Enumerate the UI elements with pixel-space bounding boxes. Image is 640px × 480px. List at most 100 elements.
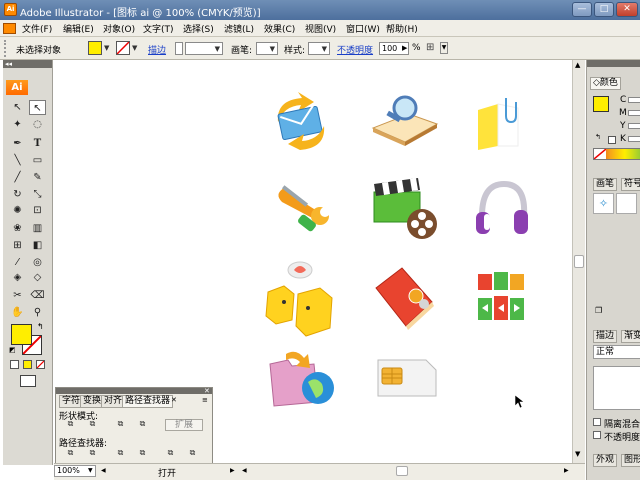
artboard-nav-icon[interactable]: ◀ — [101, 467, 106, 474]
swap-fill-stroke-icon[interactable]: ↰ — [37, 322, 44, 331]
blend-mode-dropdown[interactable]: 正常 — [593, 345, 640, 359]
control-menu-icon[interactable]: ▼ — [440, 42, 448, 54]
headphones-icon[interactable] — [474, 178, 530, 240]
rectangle-tool-icon[interactable]: ▭ — [29, 153, 46, 168]
selection-tool-icon[interactable]: ↖ — [9, 100, 26, 115]
opacity-arrow-icon[interactable]: ▶ — [402, 44, 407, 52]
fill-swatch[interactable] — [88, 41, 102, 55]
color-panel-stroke[interactable] — [608, 136, 616, 144]
scroll-up-icon[interactable]: ▲ — [575, 61, 580, 69]
exclude-shape-icon[interactable]: ⧉ — [136, 419, 149, 430]
color-spectrum-bar[interactable] — [593, 148, 640, 160]
document-setup-icon[interactable]: ⊞ — [426, 42, 438, 54]
blend-tool-icon[interactable]: ◎ — [29, 255, 46, 270]
zoom-dropdown-icon[interactable]: ▼ — [88, 467, 93, 474]
opacity-link[interactable]: 不透明度 — [337, 43, 373, 56]
channel-m-slider[interactable] — [628, 110, 640, 116]
menu-edit[interactable]: 编辑(E) — [63, 22, 94, 35]
note-paperclip-icon[interactable] — [474, 96, 522, 152]
lasso-tool-icon[interactable]: ◌ — [29, 117, 46, 132]
menu-help[interactable]: 帮助(H) — [386, 22, 418, 35]
menu-view[interactable]: 视图(V) — [305, 22, 336, 35]
expand-button[interactable]: 扩展 — [165, 419, 203, 431]
pathfinder-menu-icon[interactable]: ≡ — [202, 396, 208, 404]
envelope-icon[interactable] — [268, 92, 334, 152]
merge-icon[interactable]: ⧉ — [114, 448, 127, 459]
tab-brushes[interactable]: 画笔 — [593, 178, 618, 191]
divide-icon[interactable]: ⧉ — [64, 448, 77, 459]
crop-icon[interactable]: ⧉ — [136, 448, 149, 459]
scroll-right-icon[interactable]: ▶ — [564, 467, 569, 474]
chat-boxes-icon[interactable] — [264, 258, 340, 340]
none-mode-icon[interactable] — [36, 360, 45, 369]
tab-gradient[interactable]: 渐变 — [621, 330, 640, 343]
tab-stroke[interactable]: 描边 — [593, 330, 618, 343]
isolate-blend-checkbox[interactable] — [593, 418, 601, 426]
channel-y-slider[interactable] — [628, 123, 640, 129]
minimize-button[interactable]: — — [572, 2, 592, 17]
symbol-sprayer-tool-icon[interactable]: ❀ — [9, 221, 26, 236]
intersect-shape-icon[interactable]: ⧉ — [114, 419, 127, 430]
pen-tool-icon[interactable]: ✒ — [9, 136, 26, 151]
maximize-button[interactable]: □ — [594, 2, 614, 17]
book-magnifier-icon[interactable] — [369, 94, 441, 146]
document-icon[interactable] — [3, 23, 16, 34]
arrow-blocks-icon[interactable] — [474, 270, 530, 330]
hand-tool-icon[interactable]: ✋ — [9, 305, 26, 320]
direct-selection-tool-icon[interactable]: ↖ — [29, 100, 46, 115]
paintbrush-tool-icon[interactable]: ╱ — [9, 170, 26, 185]
menu-filter[interactable]: 滤镜(L) — [224, 22, 254, 35]
menu-object[interactable]: 对象(O) — [103, 22, 135, 35]
color-mode-icon[interactable] — [10, 360, 19, 369]
graph-tool-icon[interactable]: ▥ — [29, 221, 46, 236]
stroke-weight-stepper[interactable] — [175, 42, 183, 55]
slice-tool-icon[interactable]: ✂ — [9, 288, 26, 303]
tab-appearance[interactable]: 外观 — [593, 454, 618, 467]
menu-type[interactable]: 文字(T) — [143, 22, 174, 35]
style-dropdown[interactable]: ▼ — [308, 42, 330, 55]
trim-icon[interactable]: ⧉ — [86, 448, 99, 459]
outline-icon[interactable]: ⧉ — [164, 448, 177, 459]
clapperboard-film-icon[interactable] — [372, 178, 442, 240]
stroke-swatch[interactable] — [116, 41, 130, 55]
menu-window[interactable]: 窗口(W) — [346, 22, 380, 35]
brush-swatch-icon[interactable]: ✧ — [593, 193, 614, 214]
close-button[interactable]: ✕ — [616, 2, 638, 17]
pathfinder-close-icon[interactable]: ✕ — [204, 387, 210, 395]
color-panel-fill[interactable] — [593, 96, 609, 112]
add-shape-icon[interactable]: ⧉ — [64, 419, 77, 430]
live-paint-bucket-tool-icon[interactable]: ◈ — [9, 270, 26, 285]
scroll-left-icon[interactable]: ◀ — [242, 467, 247, 474]
menu-effect[interactable]: 效果(C) — [264, 22, 295, 35]
subtract-shape-icon[interactable]: ⧉ — [86, 419, 99, 430]
menu-select[interactable]: 选择(S) — [183, 22, 214, 35]
scroll-down-icon[interactable]: ▼ — [575, 450, 580, 458]
knockout-checkbox[interactable] — [593, 431, 601, 439]
line-tool-icon[interactable]: ╲ — [9, 153, 26, 168]
color-panel-header[interactable] — [587, 60, 640, 67]
pathfinder-panel-header[interactable] — [56, 388, 212, 394]
pathfinder-tab-close-icon[interactable]: ✕ — [171, 396, 177, 404]
mesh-tool-icon[interactable]: ⊞ — [9, 238, 26, 253]
stroke-dropdown-arrow[interactable]: ▼ — [132, 44, 137, 52]
fill-dropdown-arrow[interactable]: ▼ — [104, 44, 109, 52]
tab-color[interactable]: ◇颜色 — [590, 77, 621, 90]
eyedropper-tool-icon[interactable]: ⁄ — [9, 255, 26, 270]
live-paint-selection-tool-icon[interactable]: ◇ — [29, 270, 46, 285]
tab-graphic-styles[interactable]: 图形 — [621, 454, 640, 467]
eraser-tool-icon[interactable]: ⌫ — [29, 288, 46, 303]
status-next-icon[interactable]: ▶ — [230, 467, 235, 474]
channel-c-slider[interactable] — [628, 97, 640, 103]
sim-card-icon[interactable] — [374, 356, 440, 400]
pencil-tool-icon[interactable]: ✎ — [29, 170, 46, 185]
free-transform-tool-icon[interactable]: ⊡ — [29, 203, 46, 218]
zoom-tool-icon[interactable]: ⚲ — [29, 305, 46, 320]
type-tool-icon[interactable]: T — [29, 136, 46, 151]
tab-symbols[interactable]: 符号 — [621, 178, 640, 191]
stroke-link[interactable]: 描边 — [148, 43, 166, 56]
folder-globe-icon[interactable] — [266, 350, 338, 410]
gradient-tool-icon[interactable]: ◧ — [29, 238, 46, 253]
horizontal-scroll-thumb[interactable] — [396, 466, 408, 476]
tools-panel-header[interactable]: ◂◂ — [3, 60, 52, 68]
minus-back-icon[interactable]: ⧉ — [186, 448, 199, 459]
